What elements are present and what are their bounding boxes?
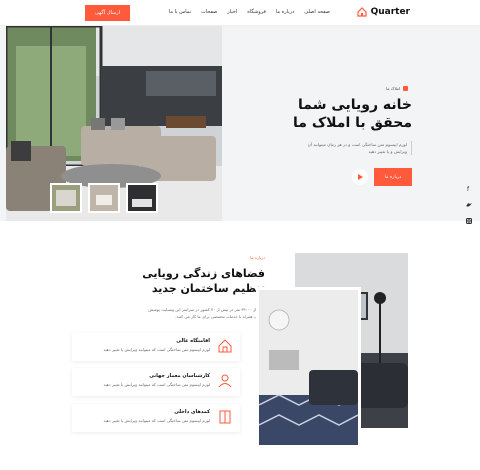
nav-item-news[interactable]: اخبار (227, 9, 237, 15)
closet-icon (219, 410, 231, 424)
facebook-icon[interactable]: f (466, 186, 472, 192)
feature-desc: لورم ایپسوم متن ساختگی است که میتوانید و… (103, 347, 210, 352)
logo-text: Quarter (370, 7, 410, 17)
nav-item-shop[interactable]: فروشگاه (247, 9, 266, 15)
feature-title: کمدهای داخلی (174, 409, 210, 415)
svg-text:f: f (467, 186, 470, 192)
hero-description: لورم ایپسوم متن ساختگی است و در هر زمان … (302, 141, 412, 155)
feature-card: کارشناسان معمار جهانی لورم ایپسوم متن سا… (72, 368, 240, 396)
nav-item-pages[interactable]: صفحات (201, 9, 217, 15)
main-nav: صفحه اصلی درباره ما فروشگاه اخبار صفحات … (169, 9, 330, 15)
nav-item-home[interactable]: صفحه اصلی (304, 9, 330, 15)
play-icon (358, 174, 363, 180)
house-logo-icon (356, 7, 367, 17)
thumbnail[interactable] (88, 183, 120, 213)
feature-desc: لورم ایپسوم متن ساختگی است که میتوانید و… (103, 382, 210, 387)
about-button[interactable]: درباره ما (374, 168, 412, 186)
instagram-icon[interactable] (466, 218, 472, 224)
about-title: فضاهای زندگی رویایی تنظیم ساختمان جدید (142, 267, 265, 295)
house-icon (403, 86, 408, 91)
nav-item-contact[interactable]: تماس با ما (169, 9, 191, 15)
about-image-sub (256, 287, 361, 448)
thumbnail[interactable] (50, 183, 82, 213)
logo[interactable]: Quarter (356, 7, 410, 17)
hero-badge-text: املاک ما (386, 86, 400, 91)
nav-item-about[interactable]: درباره ما (276, 9, 294, 15)
hero-title: خانه رویایی شما محقق با املاک ما (293, 97, 412, 131)
feature-card: اقامتگاه عالی لورم ایپسوم متن ساختگی است… (72, 333, 240, 361)
hero-section: املاک ما خانه رویایی شما محقق با املاک م… (0, 26, 480, 224)
feature-title: کارشناسان معمار جهانی (149, 373, 210, 379)
play-button[interactable] (352, 169, 368, 185)
twitter-icon[interactable] (466, 202, 472, 208)
feature-title: اقامتگاه عالی (176, 338, 210, 344)
post-ad-button[interactable]: ارسال آگهی (85, 5, 130, 21)
house-icon (218, 339, 232, 353)
social-links: f (466, 186, 472, 224)
hero-badge: املاک ما (386, 86, 408, 91)
architect-icon (218, 374, 232, 388)
feature-desc: لورم ایپسوم متن ساختگی است که میتوانید و… (103, 418, 210, 423)
hero-thumbnails (50, 183, 158, 213)
about-tag: درباره ما (250, 255, 265, 260)
about-description: بیش از ۳۹۰۰۰ نفر در بیش از ۷۰ کشور در سر… (148, 307, 265, 319)
site-header: Quarter صفحه اصلی درباره ما فروشگاه اخبا… (0, 0, 480, 26)
thumbnail[interactable] (126, 183, 158, 213)
feature-card: کمدهای داخلی لورم ایپسوم متن ساختگی است … (72, 404, 240, 432)
